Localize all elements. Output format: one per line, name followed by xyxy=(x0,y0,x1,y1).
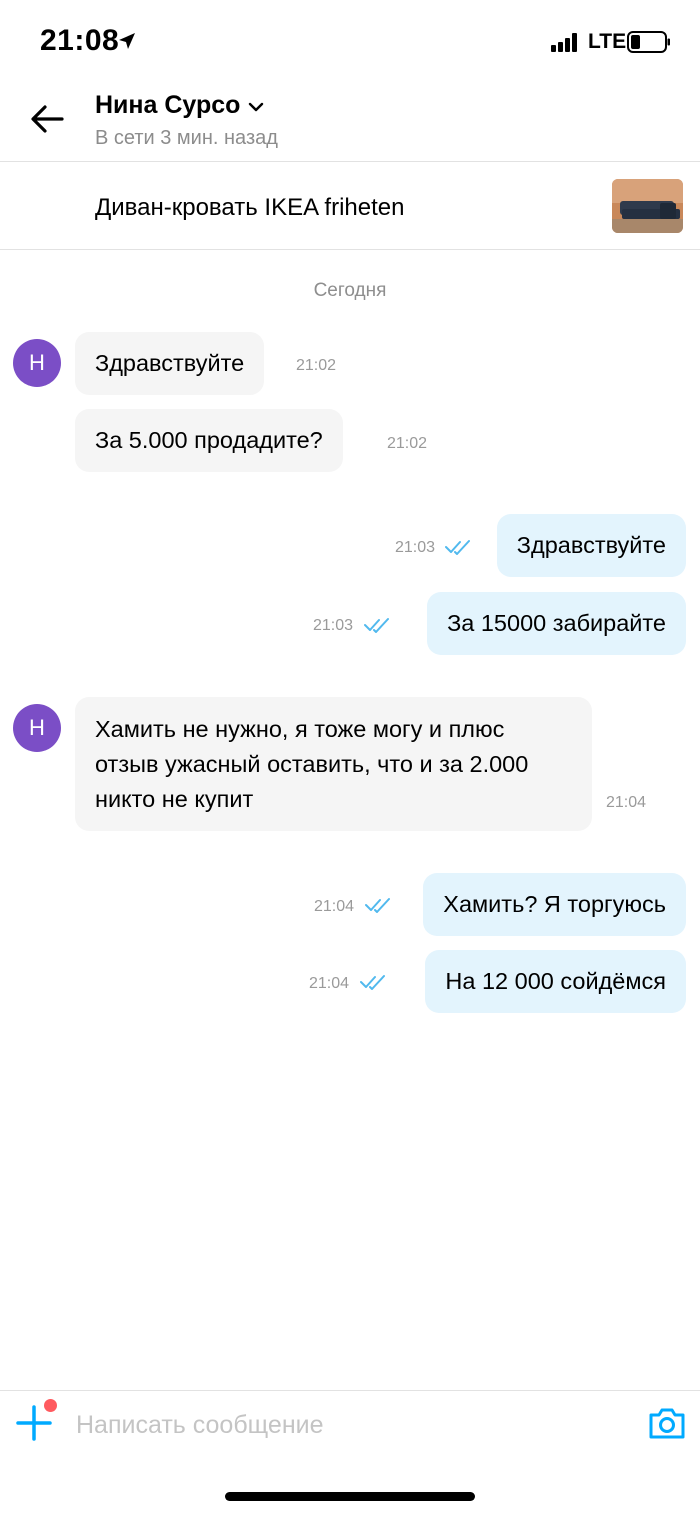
double-check-icon xyxy=(445,540,470,555)
avatar[interactable]: Н xyxy=(13,339,61,387)
notification-dot xyxy=(44,1399,57,1412)
contact-name[interactable]: Нина Сурсо xyxy=(95,91,240,120)
message-time: 21:04 xyxy=(606,794,647,811)
location-arrow-icon xyxy=(119,33,135,49)
status-time: 21:08 xyxy=(40,24,120,57)
double-check-icon xyxy=(365,898,390,913)
message-bubble-outgoing[interactable]: Хамить? Я торгуюсь xyxy=(423,873,686,936)
message-bubble-outgoing[interactable]: Здравствуйте xyxy=(496,514,686,577)
message-input[interactable] xyxy=(76,1405,616,1445)
signal-icon xyxy=(551,32,583,52)
chat-header: Нина Сурсо В сети 3 мин. назад xyxy=(0,80,700,162)
message-bubble-outgoing[interactable]: На 12 000 сойдёмся xyxy=(425,950,686,1013)
back-arrow-icon[interactable] xyxy=(28,102,66,136)
status-bar: 21:08 LTE xyxy=(0,0,700,80)
listing-title[interactable]: Диван-кровать IKEA friheten xyxy=(95,194,404,222)
double-check-icon xyxy=(360,975,385,990)
message-time: 21:03 xyxy=(395,539,436,556)
camera-icon[interactable] xyxy=(647,1405,687,1441)
message-time: 21:04 xyxy=(309,975,350,992)
home-indicator xyxy=(225,1492,475,1501)
avatar[interactable]: Н xyxy=(13,704,61,752)
contact-status: В сети 3 мин. назад xyxy=(95,127,278,149)
chevron-down-icon[interactable] xyxy=(248,100,264,114)
day-divider: Сегодня xyxy=(313,280,387,301)
message-bubble-outgoing[interactable]: За 15000 забирайте xyxy=(427,592,686,655)
network-label: LTE xyxy=(588,30,627,53)
listing-thumbnail[interactable] xyxy=(612,179,683,233)
listing-bar[interactable]: Диван-кровать IKEA friheten xyxy=(0,162,700,250)
message-time: 21:03 xyxy=(313,617,354,634)
double-check-icon xyxy=(364,618,389,633)
battery-icon xyxy=(627,31,670,53)
message-bubble-incoming[interactable]: За 5.000 продадите? xyxy=(75,409,343,472)
message-time: 21:02 xyxy=(387,435,428,452)
message-time: 21:02 xyxy=(296,357,337,374)
message-bubble-incoming[interactable]: Здравствуйте xyxy=(75,332,265,395)
message-bubble-incoming[interactable]: Хамить не нужно, я тоже могу и плюс отзы… xyxy=(75,697,592,831)
message-time: 21:04 xyxy=(314,898,355,915)
message-composer xyxy=(0,1390,700,1460)
